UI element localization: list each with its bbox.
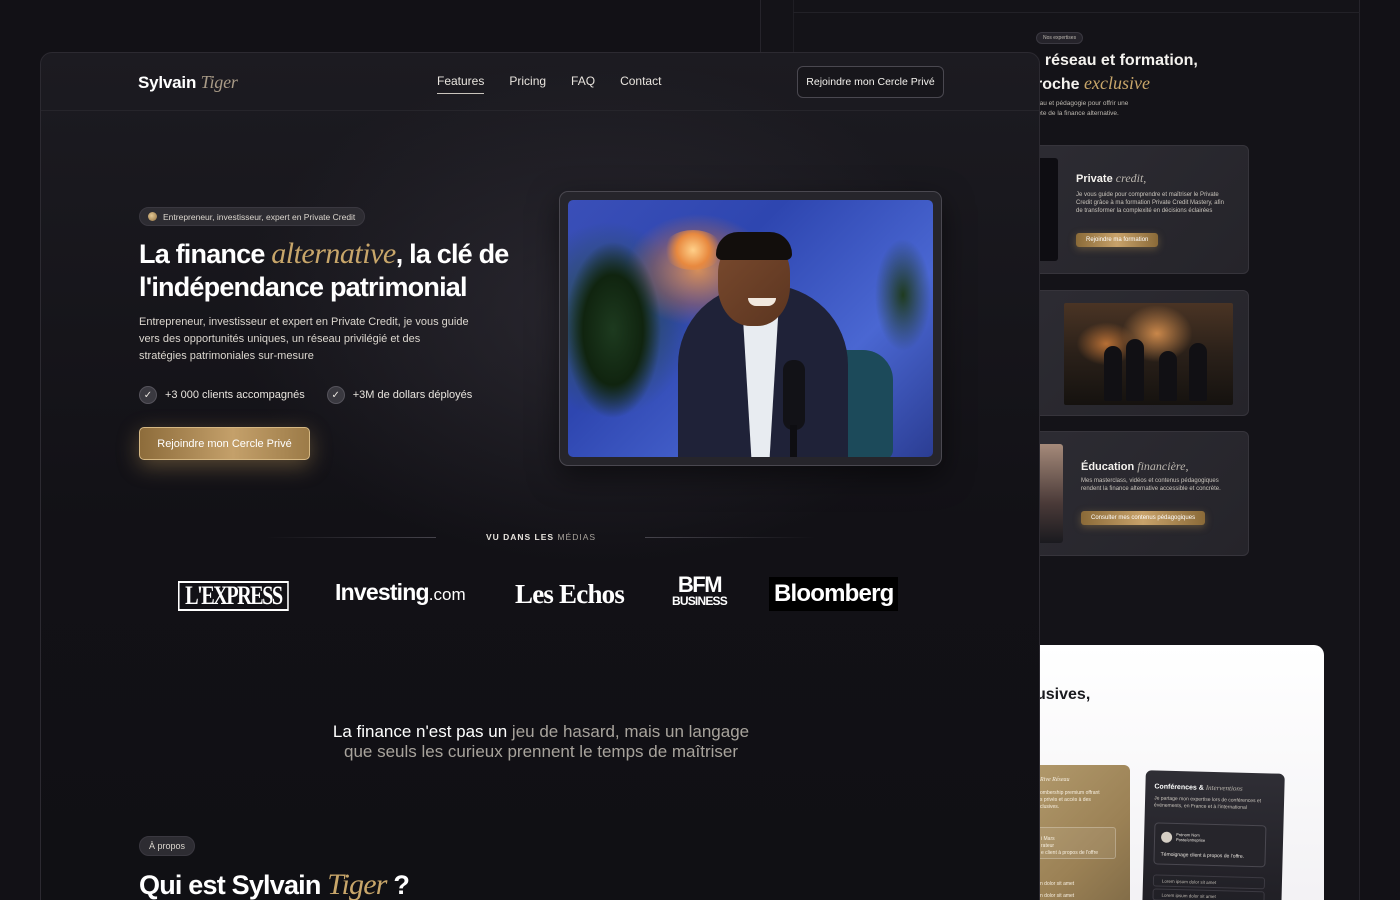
- hero-tagline-text: Entrepreneur, investisseur, expert en Pr…: [163, 211, 356, 222]
- hero-stats: ✓ +3 000 clients accompagnés ✓ +3M de do…: [139, 386, 472, 404]
- speaker-hair: [716, 232, 792, 260]
- lexpress-logo: L'EXPRESS: [178, 581, 289, 611]
- microphone-icon: [783, 360, 805, 430]
- testimonial-text: e client à propos de l'offre: [1041, 850, 1099, 856]
- bfm-business-logo: BFM BUSINESS: [672, 572, 728, 609]
- offer-list-item: Lorem ipsum dolor sit amet: [1152, 874, 1266, 890]
- top-navigation: Sylvain Tiger Features Pricing FAQ Conta…: [41, 53, 1039, 111]
- microphone-stand: [790, 425, 797, 457]
- avatar: [1160, 831, 1173, 843]
- lesechos-logo: Les Echos: [515, 579, 625, 609]
- stat-dollars: +3M de dollars déployés: [352, 389, 473, 401]
- service-card-education: Éducation financière, Mes masterclass, v…: [1010, 431, 1249, 556]
- background-section-heading: , réseau et formation, roche exclusive: [1036, 52, 1198, 93]
- speaker-smile: [748, 298, 776, 306]
- offer-list-item: n dolor sit amet: [1040, 881, 1075, 887]
- coin-icon: [148, 212, 157, 221]
- check-icon: ✓: [326, 386, 345, 404]
- join-training-button[interactable]: Rejoindre ma formation: [1076, 233, 1159, 247]
- offer-title: Rive Réseau: [1040, 777, 1070, 783]
- offer-list-item: n dolor sit amet: [1040, 893, 1075, 899]
- offer-text: Je partage mon expertise lors de confére…: [1153, 795, 1262, 811]
- service-card-private-credit: Private credit, Je vous guide pour compr…: [1010, 145, 1249, 274]
- offer-text: ombership premium offrant s privés et ac…: [1040, 790, 1100, 810]
- card-title: Private credit,: [1076, 171, 1147, 185]
- network-event-photo: [1064, 303, 1233, 405]
- nav-link-faq[interactable]: FAQ: [571, 74, 595, 94]
- person-silhouette: [1126, 339, 1144, 401]
- view-content-button[interactable]: Consulter mes contenus pédagogiques: [1081, 511, 1206, 525]
- offer-title: Conférences & Interventions: [1154, 783, 1243, 793]
- hero-video-frame[interactable]: [559, 191, 942, 466]
- person-silhouette: [1159, 351, 1177, 401]
- service-card-network: [1010, 290, 1249, 416]
- plant-shape: [868, 220, 933, 370]
- background-section-sub: eau et pédagogie pour offrir une lète de…: [1036, 100, 1129, 117]
- check-icon: ✓: [139, 386, 157, 404]
- hero-tagline-pill: Entrepreneur, investisseur, expert en Pr…: [139, 207, 366, 226]
- bloomberg-logo: Bloomberg: [769, 577, 899, 611]
- offer-testimonial: i Mars rateur e client à propos de l'off…: [1036, 827, 1116, 859]
- person-silhouette: [1189, 343, 1207, 401]
- offer-testimonial: Prénom Nom Poste/entreprise Témoignage c…: [1153, 822, 1267, 868]
- media-logos: L'EXPRESS Investing.com Les Echos BFM BUS…: [41, 572, 1039, 623]
- background-divider: [793, 12, 1360, 13]
- offers-heading: usives,: [1036, 686, 1091, 703]
- hero-description: Entrepreneur, investisseur et expert en …: [139, 316, 469, 362]
- nav-link-features[interactable]: Features: [437, 74, 485, 94]
- join-private-circle-hero-button[interactable]: Rejoindre mon Cercle Privé: [139, 427, 310, 460]
- stat-clients: +3 000 clients accompagnés: [165, 389, 305, 401]
- person-silhouette: [1104, 346, 1122, 401]
- about-section-pill: À propos: [139, 836, 196, 856]
- testimonial-author: Prénom Nom Poste/entreprise: [1175, 832, 1206, 843]
- hero-title: La finance alternative, la clé de l'indé…: [139, 237, 509, 302]
- testimonial-text: Témoignage client à propos de l'offre.: [1160, 851, 1245, 860]
- card-text: Je vous guide pour comprendre et maîtris…: [1076, 192, 1224, 214]
- nav-links: Features Pricing FAQ Contact: [437, 74, 661, 94]
- about-title: Qui est Sylvain Tiger ?: [139, 868, 410, 900]
- landing-page-window: Sylvain Tiger Features Pricing FAQ Conta…: [40, 52, 1040, 900]
- quote-statement: La finance n'est pas un jeu de hasard, m…: [332, 722, 750, 761]
- brand-logo[interactable]: Sylvain Tiger: [138, 72, 238, 93]
- card-title: Éducation financière,: [1081, 459, 1189, 473]
- testimonial-author: i Mars rateur: [1041, 836, 1055, 849]
- investing-logo: Investing.com: [335, 579, 466, 605]
- offer-card-conferences: Conférences & Interventions Je partage m…: [1142, 770, 1285, 900]
- media-section-label: VU DANS LES MÉDIAS: [485, 532, 597, 542]
- hero-video[interactable]: [568, 200, 933, 457]
- card-text: Mes masterclass, vidéos et contenus péda…: [1081, 478, 1221, 492]
- join-private-circle-nav-button[interactable]: Rejoindre mon Cercle Privé: [797, 66, 944, 98]
- nav-link-contact[interactable]: Contact: [620, 74, 661, 94]
- nav-link-pricing[interactable]: Pricing: [509, 74, 546, 94]
- background-section-badge: Nos expertises: [1036, 32, 1084, 44]
- lamp-glow: [663, 230, 723, 270]
- offer-list-item: Lorem ipsum dolor sit amet: [1152, 888, 1265, 900]
